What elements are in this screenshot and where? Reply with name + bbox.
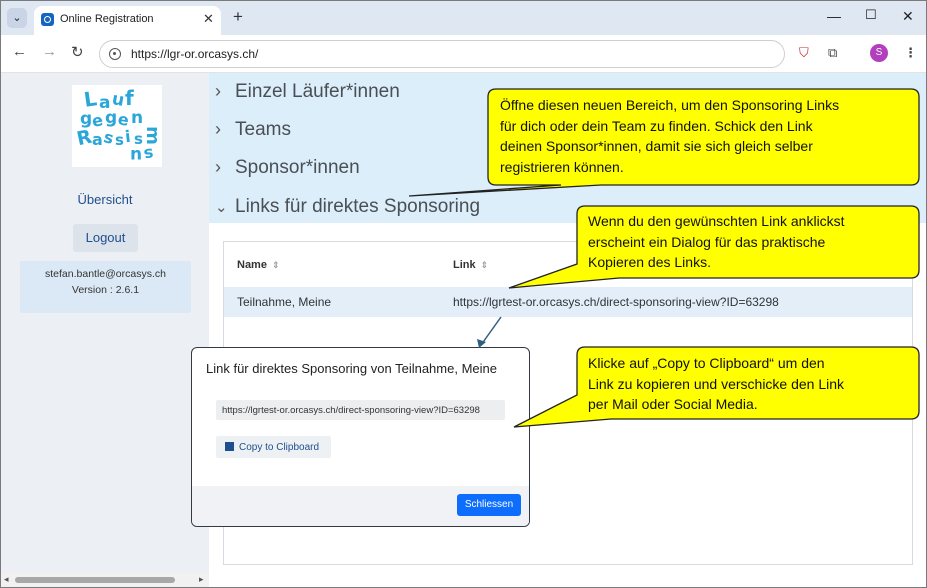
callout-line: für dich oder dein Team zu finden. Schic… [500,117,813,134]
callout-line: Kopieren des Links. [588,254,711,270]
callout-text-1: Öffne diesen neuen Bereich, um den Spons… [500,95,839,177]
callout-overlays [408,88,920,428]
callout-line: erscheint ein Dialog für das praktische [588,233,826,250]
callout-line: per Mail oder Social Media. [588,396,758,412]
connector-arrow [480,316,502,346]
callout-line: Öffne diesen neuen Bereich, um den Spons… [500,97,840,113]
callout-text-3: Klicke auf „Copy to Clipboard“ um den Li… [588,353,844,415]
callout-line: Klicke auf „Copy to Clipboard“ um den [588,355,825,371]
callout-line: registrieren können. [500,158,624,175]
callout-text-2: Wenn du den gewünschten Link anklickst e… [588,211,845,273]
callout-line: Link zu kopieren und verschicke den Link [588,375,845,392]
callout-line: Wenn du den gewünschten Link anklickst [588,213,845,229]
callout-line: deinen Sponsor*innen, damit sie sich gle… [500,138,813,154]
browser-window: ⌄ Online Registration ✕ + — ☐ ✕ ← → ↻ ht… [0,0,927,588]
